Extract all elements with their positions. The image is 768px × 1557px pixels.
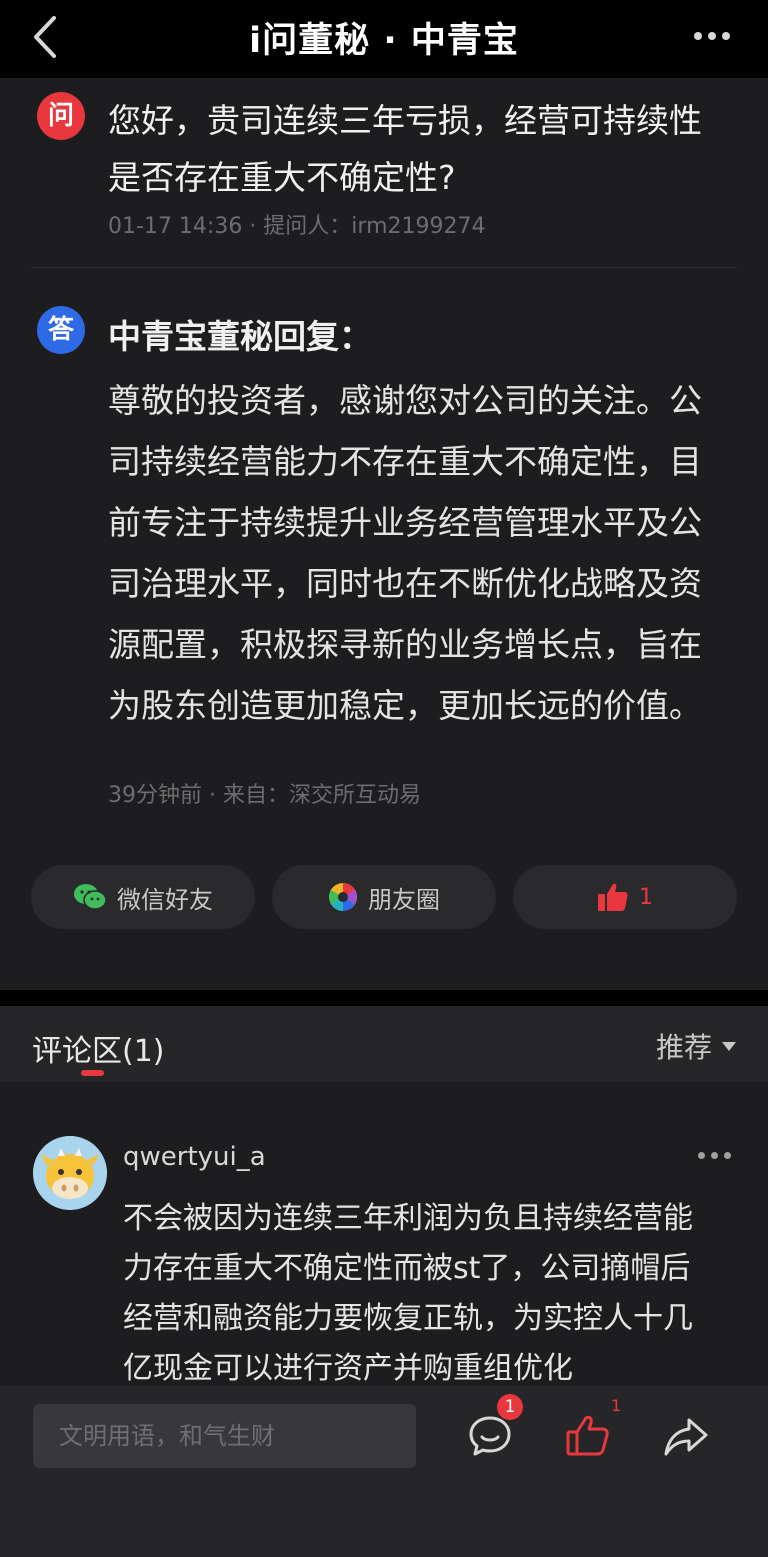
answer-meta: 39分钟前 · 来自：深交所互动易 <box>108 783 421 808</box>
thumbs-up-outline-icon <box>566 1415 609 1456</box>
section-separator <box>0 990 768 1006</box>
question-meta: 01-17 14:36 · 提问人：irm2199274 <box>108 214 486 239</box>
avatar[interactable] <box>33 1136 107 1210</box>
share-wechat-button[interactable]: 微信好友 <box>31 865 255 929</box>
share-moments-button[interactable]: 朋友圈 <box>272 865 496 929</box>
question-badge-icon: 问 <box>37 92 85 140</box>
qa-card: 问 您好，贵司连续三年亏损，经营可持续性是否存在重大不确定性? 01-17 14… <box>0 78 768 990</box>
share-arrow-icon <box>664 1418 708 1456</box>
comment-section-header: 评论区(1) 推荐 <box>0 1006 768 1082</box>
sort-dropdown[interactable]: 推荐 <box>656 1026 736 1066</box>
comment-list: qwertyui_a 不会被因为连续三年利润为负且持续经营能力存在重大不确定性而… <box>0 1082 768 1386</box>
answer-badge-icon: 答 <box>37 306 85 354</box>
question-text: 您好，贵司连续三年亏损，经营可持续性是否存在重大不确定性? <box>108 101 702 197</box>
comment-username[interactable]: qwertyui_a <box>123 1142 266 1172</box>
like-button[interactable]: 1 <box>513 865 737 929</box>
comment-input[interactable] <box>33 1404 416 1468</box>
caret-down-icon <box>722 1041 736 1051</box>
bottom-like-count: 1 <box>611 1396 622 1415</box>
sort-label: 推荐 <box>655 1031 712 1064</box>
like-count: 1 <box>639 884 653 910</box>
comment-text: 不会被因为连续三年利润为负且持续经营能力存在重大不确定性而被st了，公司摘帽后经… <box>123 1201 693 1386</box>
answer-text: 尊敬的投资者，感谢您对公司的关注。公司持续经营能力不存在重大不确定性，目前专注于… <box>108 381 702 725</box>
wechat-icon <box>74 884 107 910</box>
more-horizontal-icon <box>698 1152 705 1159</box>
more-button[interactable] <box>694 26 734 46</box>
top-nav-bar: i问董秘 · 中青宝 <box>0 0 768 78</box>
bottom-like-button[interactable] <box>564 1412 612 1460</box>
divider <box>31 267 737 268</box>
comment-count-badge: 1 <box>497 1394 523 1420</box>
share-wechat-label: 微信好友 <box>117 885 213 914</box>
thumbs-up-icon <box>598 883 628 911</box>
answer-title: 中青宝董秘回复： <box>108 317 372 356</box>
tab-comments[interactable]: 评论区(1) <box>32 1026 165 1070</box>
more-horizontal-icon <box>694 32 702 40</box>
cow-avatar-icon <box>33 1136 107 1210</box>
bottom-action-bar: 1 1 <box>0 1386 768 1557</box>
share-button[interactable] <box>662 1412 710 1460</box>
comment-more-button[interactable] <box>698 1152 732 1162</box>
share-moments-label: 朋友圈 <box>368 885 440 914</box>
tab-indicator <box>81 1070 104 1076</box>
moments-icon <box>329 883 357 911</box>
page-title: i问董秘 · 中青宝 <box>249 21 519 61</box>
